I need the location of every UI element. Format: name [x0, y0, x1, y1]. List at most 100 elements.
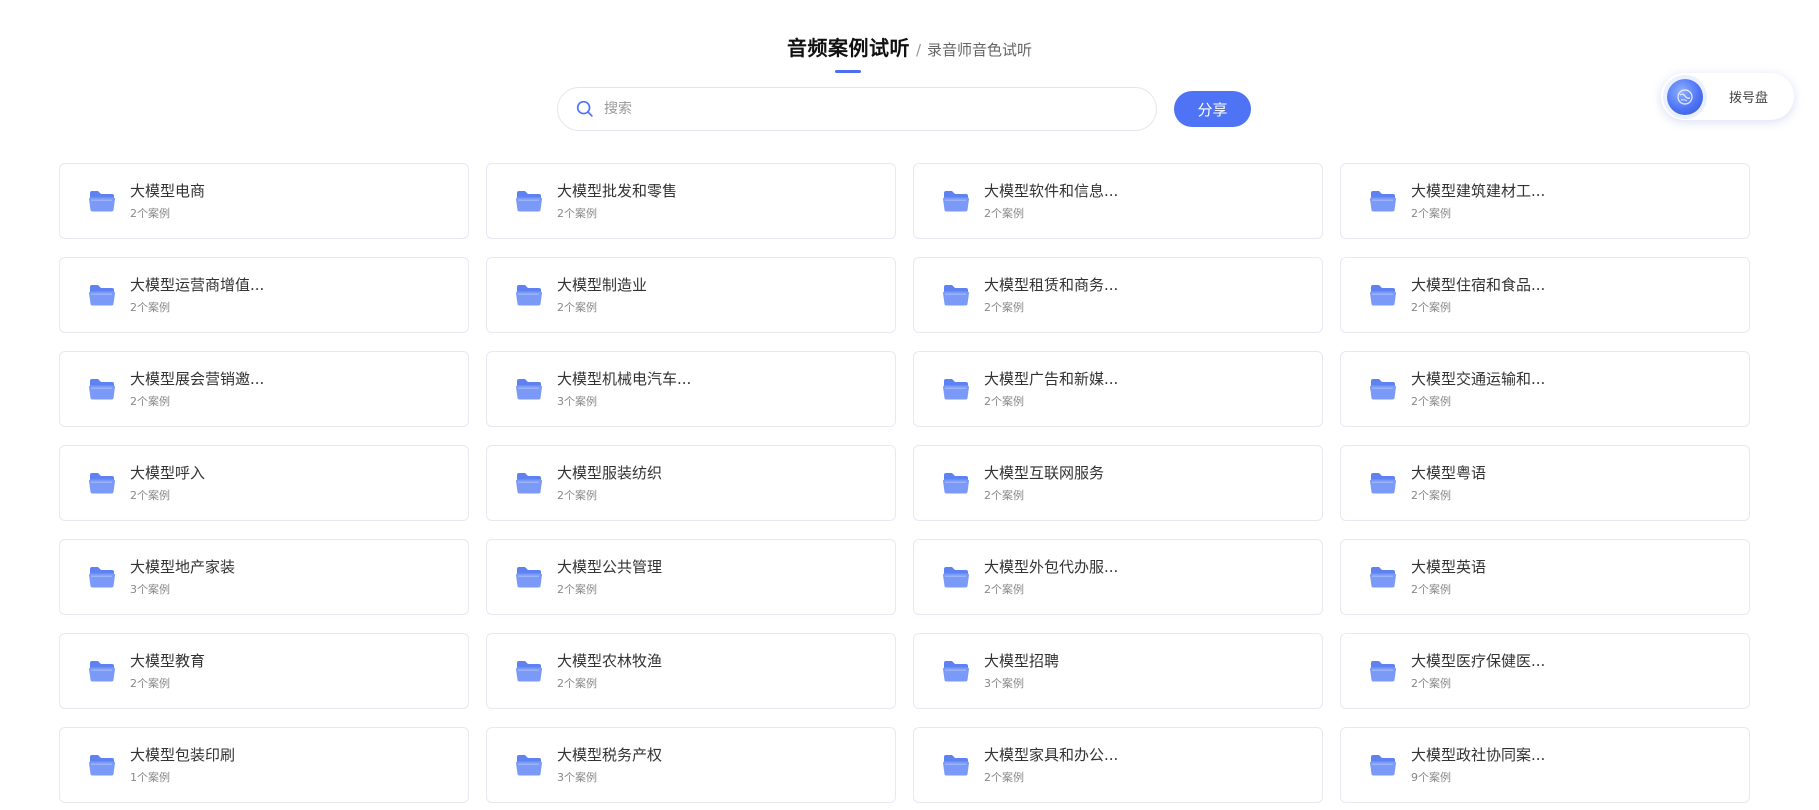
category-card[interactable]: 大模型住宿和食品... 2个案例	[1340, 257, 1750, 333]
category-count: 2个案例	[130, 301, 170, 314]
folder-icon	[1370, 285, 1396, 306]
folder-icon	[943, 379, 969, 400]
category-card[interactable]: 大模型政社协同案... 9个案例	[1340, 727, 1750, 803]
category-count: 2个案例	[984, 395, 1024, 408]
card-text: 大模型税务产权 3个案例	[557, 745, 662, 785]
subtitle-link[interactable]: 录音师音色试听	[927, 39, 1032, 60]
category-card[interactable]: 大模型教育 2个案例	[59, 633, 469, 709]
category-count: 2个案例	[1411, 207, 1451, 220]
category-title: 大模型包装印刷	[130, 746, 236, 764]
card-text: 大模型电商 2个案例	[130, 181, 205, 221]
category-title: 大模型公共管理	[557, 558, 663, 576]
category-title: 大模型批发和零售	[557, 182, 678, 200]
folder-icon	[943, 191, 969, 212]
category-card[interactable]: 大模型农林牧渔 2个案例	[486, 633, 896, 709]
category-title: 大模型住宿和食品...	[1411, 276, 1546, 294]
folder-icon	[1370, 473, 1396, 494]
category-card[interactable]: 大模型招聘 3个案例	[913, 633, 1323, 709]
category-title: 大模型电商	[130, 182, 206, 200]
category-card[interactable]: 大模型外包代办服... 2个案例	[913, 539, 1323, 615]
category-card[interactable]: 大模型机械电汽车... 3个案例	[486, 351, 896, 427]
category-title: 大模型税务产权	[557, 746, 663, 764]
card-text: 大模型英语 2个案例	[1411, 557, 1486, 597]
category-count: 2个案例	[557, 583, 597, 596]
folder-icon	[89, 285, 115, 306]
category-card[interactable]: 大模型交通运输和... 2个案例	[1340, 351, 1750, 427]
folder-icon	[516, 661, 542, 682]
dialpad-button[interactable]: 拨号盘	[1661, 73, 1794, 120]
category-count: 9个案例	[1411, 771, 1451, 784]
folder-icon	[943, 285, 969, 306]
category-card[interactable]: 大模型地产家装 3个案例	[59, 539, 469, 615]
card-text: 大模型包装印刷 1个案例	[130, 745, 235, 785]
category-card[interactable]: 大模型包装印刷 1个案例	[59, 727, 469, 803]
category-card[interactable]: 大模型电商 2个案例	[59, 163, 469, 239]
card-text: 大模型招聘 3个案例	[984, 651, 1059, 691]
card-text: 大模型制造业 2个案例	[557, 275, 647, 315]
folder-icon	[943, 473, 969, 494]
card-text: 大模型批发和零售 2个案例	[557, 181, 677, 221]
category-title: 大模型展会营销邀...	[130, 370, 265, 388]
category-title: 大模型制造业	[557, 276, 648, 294]
title-wrap: 音频案例试听	[787, 32, 910, 73]
category-title: 大模型租赁和商务...	[984, 276, 1119, 294]
category-count: 2个案例	[130, 489, 170, 502]
card-text: 大模型公共管理 2个案例	[557, 557, 662, 597]
category-card[interactable]: 大模型软件和信息... 2个案例	[913, 163, 1323, 239]
folder-icon	[516, 191, 542, 212]
category-card[interactable]: 大模型展会营销邀... 2个案例	[59, 351, 469, 427]
folder-icon	[89, 191, 115, 212]
category-card[interactable]: 大模型税务产权 3个案例	[486, 727, 896, 803]
folder-icon	[1370, 379, 1396, 400]
category-card[interactable]: 大模型建筑建材工... 2个案例	[1340, 163, 1750, 239]
page-title[interactable]: 音频案例试听	[787, 36, 910, 60]
card-text: 大模型农林牧渔 2个案例	[557, 651, 662, 691]
folder-icon	[516, 473, 542, 494]
category-title: 大模型呼入	[130, 464, 206, 482]
card-text: 大模型粤语 2个案例	[1411, 463, 1486, 503]
card-text: 大模型租赁和商务... 2个案例	[984, 275, 1118, 315]
folder-icon	[943, 661, 969, 682]
share-button[interactable]: 分享	[1174, 91, 1251, 127]
category-card[interactable]: 大模型呼入 2个案例	[59, 445, 469, 521]
category-card[interactable]: 大模型制造业 2个案例	[486, 257, 896, 333]
category-title: 大模型招聘	[984, 652, 1060, 670]
category-title: 大模型互联网服务	[984, 464, 1105, 482]
category-count: 2个案例	[1411, 395, 1451, 408]
category-card[interactable]: 大模型互联网服务 2个案例	[913, 445, 1323, 521]
category-card[interactable]: 大模型粤语 2个案例	[1340, 445, 1750, 521]
category-count: 2个案例	[984, 583, 1024, 596]
category-card[interactable]: 大模型批发和零售 2个案例	[486, 163, 896, 239]
page-header: 音频案例试听 / 录音师音色试听	[0, 32, 1819, 73]
category-card[interactable]: 大模型租赁和商务... 2个案例	[913, 257, 1323, 333]
category-count: 3个案例	[984, 677, 1024, 690]
page: 音频案例试听 / 录音师音色试听 分享 拨号盘	[0, 0, 1819, 810]
card-text: 大模型互联网服务 2个案例	[984, 463, 1104, 503]
folder-icon	[1370, 755, 1396, 776]
category-card[interactable]: 大模型运营商增值... 2个案例	[59, 257, 469, 333]
category-card[interactable]: 大模型服装纺织 2个案例	[486, 445, 896, 521]
card-text: 大模型呼入 2个案例	[130, 463, 205, 503]
card-text: 大模型建筑建材工... 2个案例	[1411, 181, 1545, 221]
category-count: 2个案例	[984, 771, 1024, 784]
category-card[interactable]: 大模型公共管理 2个案例	[486, 539, 896, 615]
category-count: 2个案例	[130, 207, 170, 220]
folder-icon	[943, 755, 969, 776]
folder-icon	[89, 755, 115, 776]
folder-icon	[89, 567, 115, 588]
card-text: 大模型医疗保健医... 2个案例	[1411, 651, 1545, 691]
category-count: 2个案例	[130, 395, 170, 408]
dialpad-label: 拨号盘	[1729, 91, 1769, 106]
search-input[interactable]	[604, 101, 1124, 117]
category-count: 1个案例	[130, 771, 170, 784]
category-card[interactable]: 大模型家具和办公... 2个案例	[913, 727, 1323, 803]
category-title: 大模型服装纺织	[557, 464, 663, 482]
category-card[interactable]: 大模型广告和新媒... 2个案例	[913, 351, 1323, 427]
category-count: 2个案例	[1411, 583, 1451, 596]
category-title: 大模型地产家装	[130, 558, 236, 576]
search-icon	[576, 100, 593, 117]
category-count: 2个案例	[130, 677, 170, 690]
search-box[interactable]	[557, 87, 1157, 131]
category-card[interactable]: 大模型英语 2个案例	[1340, 539, 1750, 615]
category-card[interactable]: 大模型医疗保健医... 2个案例	[1340, 633, 1750, 709]
